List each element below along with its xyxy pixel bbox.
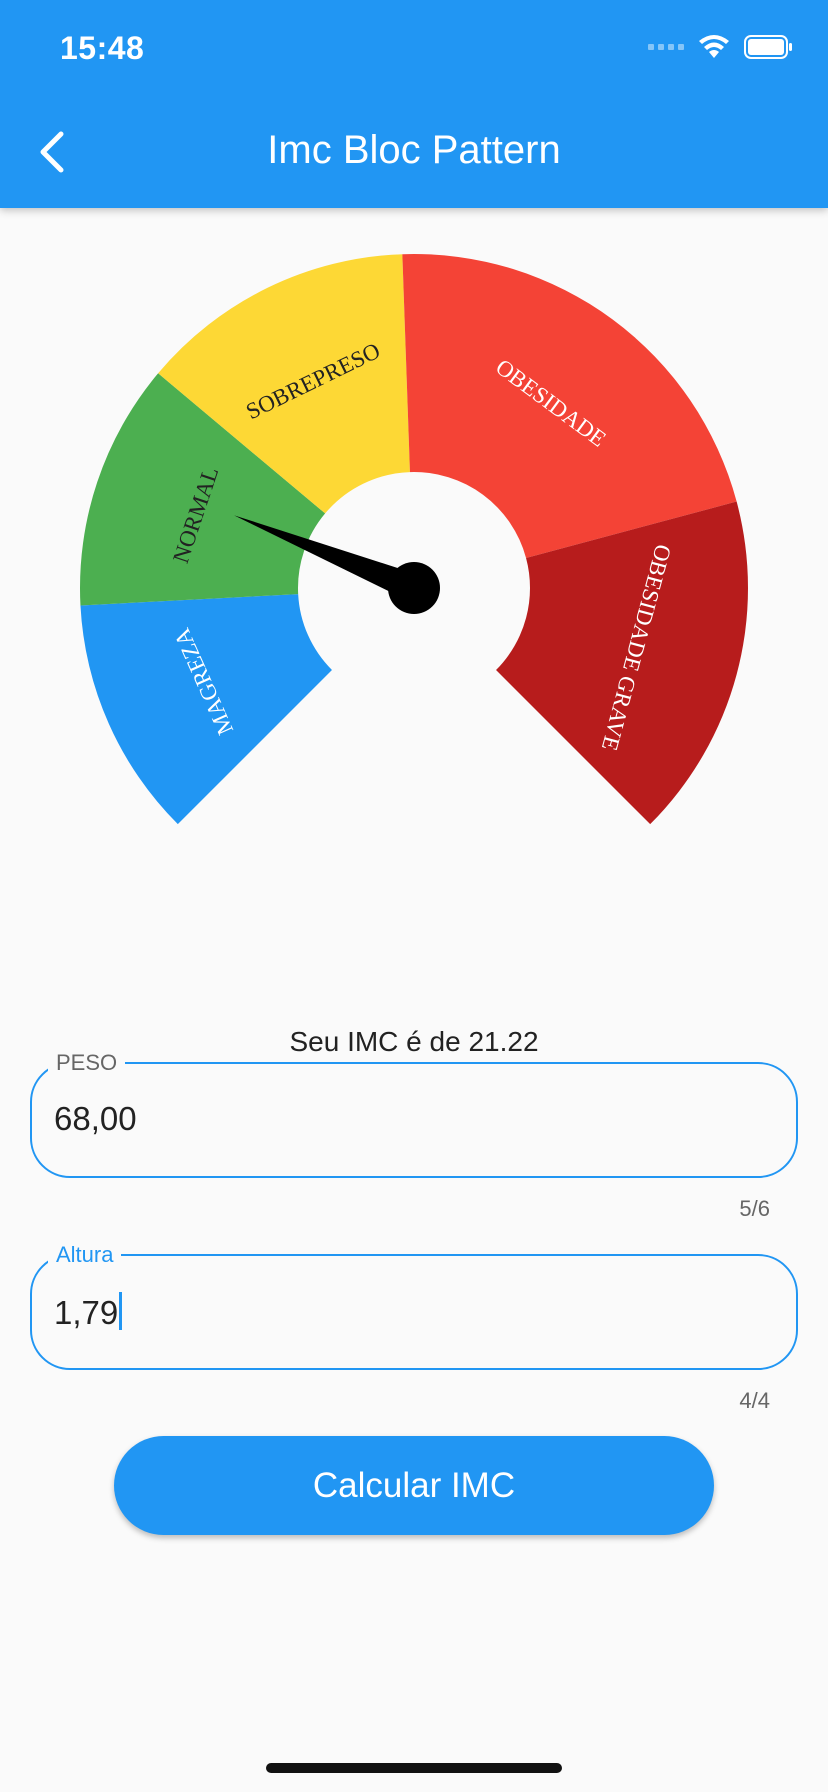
page-title: Imc Bloc Pattern — [267, 128, 561, 172]
calcular-imc-button[interactable]: Calcular IMC — [114, 1436, 714, 1535]
gauge-svg: MAGREZANORMALSOBREPRESO OBESIDADEOBESIDAD… — [80, 254, 748, 825]
app-bar: 15:48 Imc Bloc Pattern — [0, 0, 828, 208]
battery-icon — [744, 35, 792, 59]
peso-value: 68,00 — [54, 1100, 137, 1137]
peso-field[interactable]: PESO 68,00 — [30, 1050, 798, 1178]
status-time: 15:48 — [60, 30, 145, 66]
peso-counter: 5/6 — [739, 1196, 770, 1221]
home-indicator — [266, 1763, 562, 1773]
altura-input: 1,79 — [54, 1292, 123, 1332]
wifi-icon — [699, 35, 729, 58]
gauge-needle-hub — [388, 562, 440, 614]
text-cursor — [119, 1292, 123, 1330]
altura-label: Altura — [48, 1242, 122, 1268]
altura-value: 1,79 — [54, 1294, 119, 1331]
altura-counter: 4/4 — [739, 1388, 770, 1413]
peso-label: PESO — [48, 1050, 126, 1076]
altura-field[interactable]: Altura 1,79 — [30, 1242, 798, 1370]
status-icons — [648, 34, 794, 60]
imc-gauge: MAGREZA NORMAL SOBREPRESO OBESIDADE OBESIDAD… — [0, 208, 828, 888]
signal-icon — [648, 44, 684, 50]
